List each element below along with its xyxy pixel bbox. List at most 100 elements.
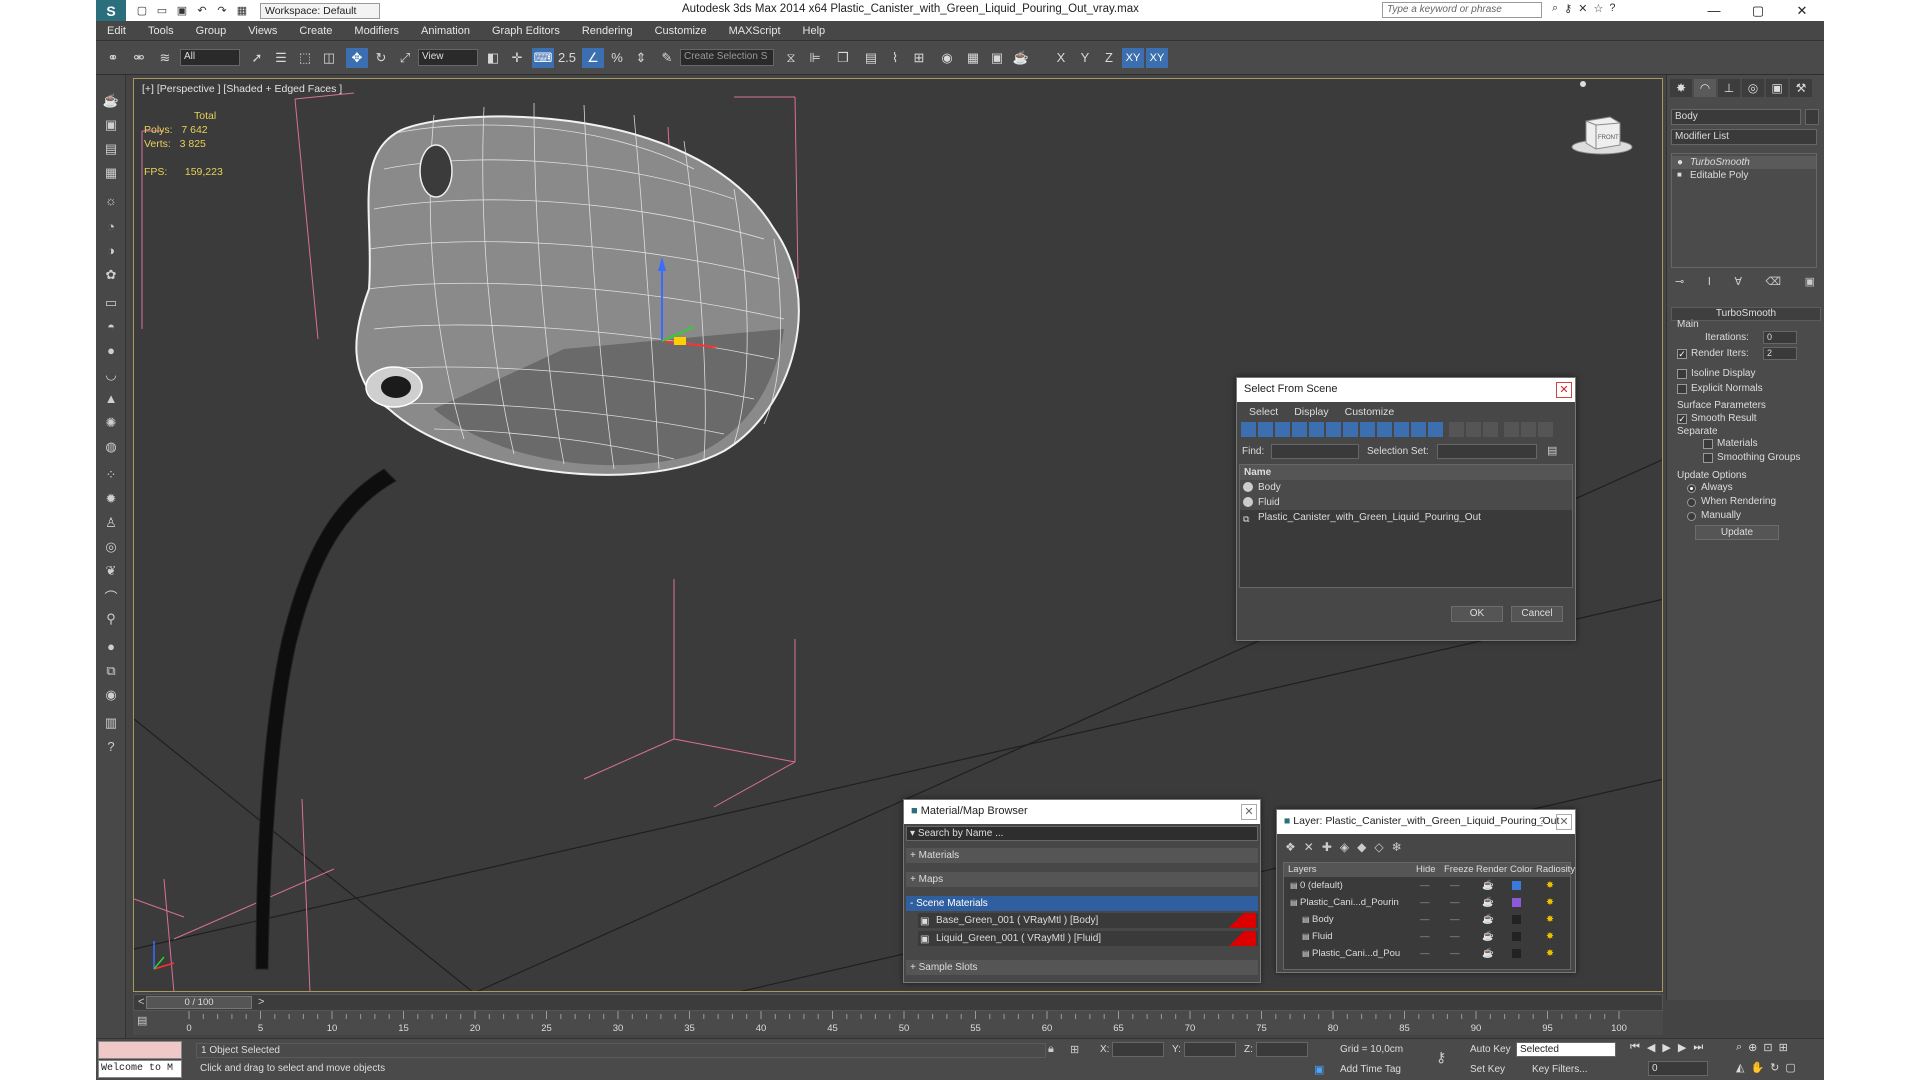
create-plane-icon[interactable]: ▭ xyxy=(101,295,121,315)
radiosity-icon[interactable]: ✸ xyxy=(1546,877,1554,894)
menu-maxscript[interactable]: MAXScript xyxy=(718,25,792,37)
link-icon[interactable]: ⚭ xyxy=(102,48,124,68)
filter-xrefs-icon[interactable] xyxy=(1360,422,1375,437)
create-teapot-icon[interactable]: ☕ xyxy=(101,93,121,113)
create-shape-icon[interactable]: ✿ xyxy=(101,267,121,287)
stack-item-editable-poly[interactable]: ■ Editable Poly xyxy=(1672,169,1816,182)
object-color-swatch[interactable] xyxy=(1805,109,1819,125)
filter-hidden-icon[interactable] xyxy=(1428,422,1443,437)
material-row-base-green[interactable]: ▣ Base_Green_001 ( VRayMtl ) [Body] xyxy=(918,913,1258,928)
menu-tools[interactable]: Tools xyxy=(137,25,185,37)
maximize-viewport-icon[interactable]: ▢ xyxy=(1785,1061,1795,1074)
hide-toggle[interactable]: — xyxy=(1420,877,1430,894)
separate-materials-checkbox[interactable] xyxy=(1703,439,1713,449)
pin-stack-icon[interactable]: ⊸ xyxy=(1675,275,1684,288)
key-icon[interactable]: ⚷ xyxy=(1564,2,1572,15)
layer-row[interactable]: ▤ Plastic_Cani...d_Pou — — ☕ ✸ xyxy=(1284,945,1570,962)
maxscript-mini-listener[interactable]: Welcome to M xyxy=(98,1060,182,1078)
filter-containers-icon[interactable] xyxy=(1394,422,1409,437)
maps-section[interactable]: + Maps xyxy=(906,872,1258,887)
render-production-icon[interactable]: ☕ xyxy=(1010,48,1032,68)
scene-materials-section[interactable]: - Scene Materials xyxy=(906,896,1258,911)
viewport-label[interactable]: [+] [Perspective ] [Shaded + Edged Faces… xyxy=(142,83,342,95)
create-globe-icon[interactable]: ◎ xyxy=(101,539,121,559)
object-name-field[interactable]: Body xyxy=(1671,109,1801,125)
add-to-layer-icon[interactable]: ✚ xyxy=(1322,840,1332,854)
sample-slots-section[interactable]: + Sample Slots xyxy=(906,960,1258,975)
create-dome-icon[interactable]: ◓ xyxy=(101,319,121,339)
selection-filter-dropdown[interactable]: All xyxy=(180,49,240,66)
create-sun-icon[interactable]: ✺ xyxy=(101,415,121,435)
absolute-mode-icon[interactable]: ⊞ xyxy=(1070,1043,1079,1056)
show-end-result-icon[interactable]: Ⅰ xyxy=(1708,275,1711,288)
layer-column-hide[interactable]: Hide xyxy=(1416,864,1436,875)
time-slider-next-icon[interactable]: > xyxy=(258,996,264,1008)
exchange-icon[interactable]: ✕ xyxy=(1578,2,1587,15)
go-to-start-icon[interactable]: ⏮ xyxy=(1630,1041,1640,1054)
layer-color-swatch[interactable] xyxy=(1512,932,1521,941)
freeze-toggle[interactable]: — xyxy=(1450,894,1460,911)
filter-shapes-icon[interactable] xyxy=(1258,422,1273,437)
zoom-icon[interactable]: ⌕ xyxy=(1736,1041,1742,1054)
snaps-toggle-icon[interactable]: 2.5 xyxy=(556,48,578,68)
modify-tab-icon[interactable]: ◠ xyxy=(1694,79,1716,97)
filter-lights-icon[interactable] xyxy=(1275,422,1290,437)
create-layer-icon[interactable]: ❖ xyxy=(1285,840,1296,854)
zoom-extents-all-icon[interactable]: ⊞ xyxy=(1779,1041,1788,1054)
render-teapot-icon[interactable]: ☕ xyxy=(1482,877,1494,894)
zoom-extents-icon[interactable]: ⊡ xyxy=(1763,1041,1772,1054)
menu-group[interactable]: Group xyxy=(185,25,238,37)
binoculars-icon[interactable]: ⌕ xyxy=(1552,2,1558,15)
scene-object-row[interactable]: ⧉ Plastic_Canister_with_Green_Liquid_Pour… xyxy=(1240,510,1572,525)
radiosity-icon[interactable]: ✸ xyxy=(1546,945,1554,962)
select-invert-icon[interactable] xyxy=(1483,422,1498,437)
help-icon[interactable]: ? xyxy=(1609,2,1615,15)
update-manually-radio[interactable] xyxy=(1687,512,1696,521)
render-teapot-icon[interactable]: ☕ xyxy=(1482,945,1494,962)
new-file-icon[interactable]: ▢ xyxy=(134,4,150,18)
render-setup-icon[interactable]: ▦ xyxy=(962,48,984,68)
workspace-dropdown[interactable]: Workspace: Default xyxy=(260,2,380,19)
create-tab-icon[interactable]: ✸ xyxy=(1670,79,1692,97)
select-dialog-close-button[interactable]: ✕ xyxy=(1556,382,1572,398)
menu-customize[interactable]: Customize xyxy=(644,25,718,37)
scene-object-row[interactable]: Fluid xyxy=(1240,495,1572,510)
material-row-liquid-green[interactable]: ▣ Liquid_Green_001 ( VRayMtl ) [Fluid] xyxy=(918,931,1258,946)
axis-xy-button[interactable]: XY xyxy=(1122,48,1144,68)
filter-bones-icon[interactable] xyxy=(1377,422,1392,437)
material-search-input[interactable]: ▾ Search by Name ... xyxy=(906,826,1258,841)
viewcube[interactable]: FRONT xyxy=(1570,107,1634,157)
z-coordinate-field[interactable] xyxy=(1256,1042,1308,1057)
iterations-spinner[interactable]: 0 xyxy=(1763,331,1797,344)
create-blue-sphere-icon[interactable]: ◉ xyxy=(101,687,121,707)
modifier-list-dropdown[interactable]: Modifier List xyxy=(1671,129,1817,145)
create-light-icon[interactable]: ☼ xyxy=(101,193,121,213)
explicit-normals-checkbox[interactable] xyxy=(1677,384,1687,394)
update-when-rendering-radio[interactable] xyxy=(1687,498,1696,507)
hierarchy-icon[interactable] xyxy=(1521,422,1536,437)
time-slider-prev-icon[interactable]: < xyxy=(138,996,144,1008)
create-camera-icon[interactable]: ◔ xyxy=(101,219,121,239)
reference-coordinate-dropdown[interactable]: View xyxy=(418,49,478,66)
ok-button[interactable]: OK xyxy=(1451,606,1503,622)
axis-xy-cycle-button[interactable]: XY xyxy=(1146,48,1168,68)
set-key-button[interactable]: Set Key xyxy=(1470,1064,1505,1075)
layer-row[interactable]: ▤ Body — — ☕ ✸ xyxy=(1284,911,1570,928)
hold-icon[interactable]: ▦ xyxy=(234,4,250,18)
layer-color-swatch[interactable] xyxy=(1512,949,1521,958)
set-key-mode-icon[interactable]: ⚷ xyxy=(1436,1049,1446,1066)
freeze-toggle[interactable]: — xyxy=(1450,911,1460,928)
axis-z-button[interactable]: Z xyxy=(1098,48,1120,68)
remove-modifier-icon[interactable]: ⌫ xyxy=(1766,275,1782,288)
menu-views[interactable]: Views xyxy=(237,25,288,37)
select-all-icon[interactable] xyxy=(1449,422,1464,437)
track-bar[interactable]: ▤ 0 5 10 15 20 25 30 35 40 45 50 55 60 65 70 75 80 85 90 95… xyxy=(133,1011,1663,1035)
freeze-all-icon[interactable]: ❄ xyxy=(1392,840,1402,854)
freeze-toggle[interactable]: — xyxy=(1450,877,1460,894)
update-button[interactable]: Update xyxy=(1695,525,1779,540)
filter-frozen-icon[interactable] xyxy=(1411,422,1426,437)
percent-snap-icon[interactable]: % xyxy=(606,48,628,68)
filter-funnel-icon[interactable] xyxy=(1504,422,1519,437)
create-bomb-icon[interactable]: ✹ xyxy=(101,491,121,511)
layer-column-color[interactable]: Color xyxy=(1510,864,1533,875)
